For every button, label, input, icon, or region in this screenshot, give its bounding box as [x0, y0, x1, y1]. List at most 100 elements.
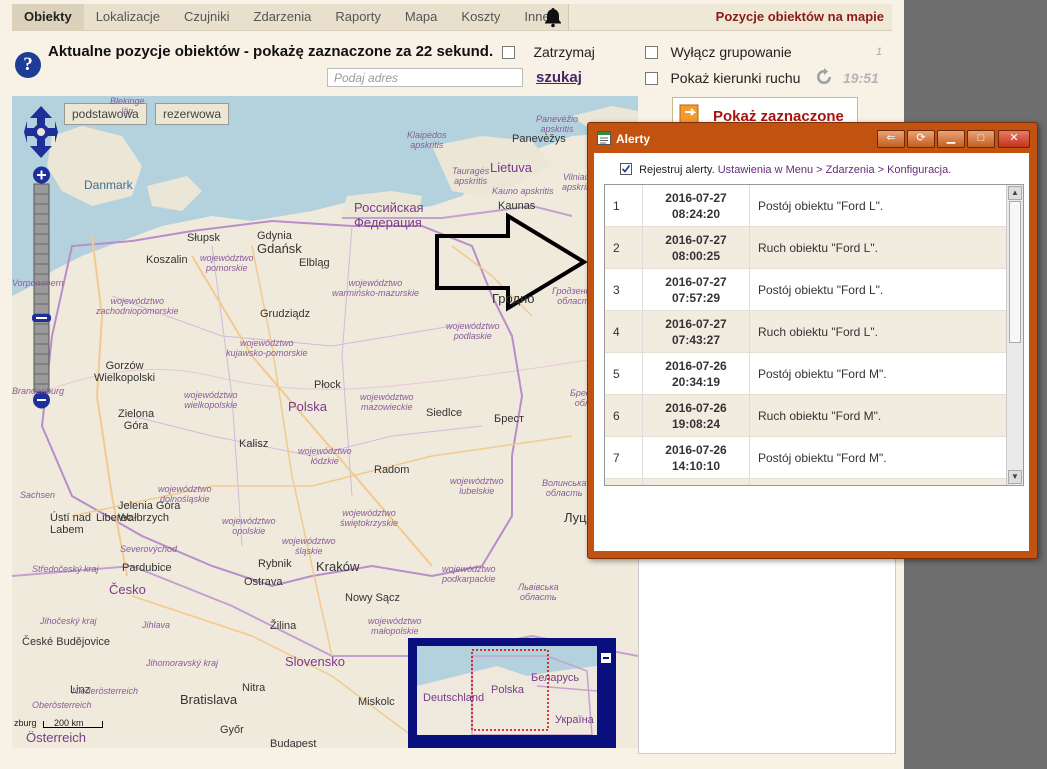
overview-minimize-button[interactable] — [600, 652, 612, 664]
alert-time: 08:00:25 — [671, 248, 721, 263]
alert-number: 3 — [605, 268, 643, 311]
map-label-ceske: České Budějovice — [22, 636, 111, 648]
map-label-dolno: województwo dolnośląskie — [158, 484, 212, 504]
map-label-kaunoap: Kauno apskritis — [492, 186, 554, 196]
map-label-swiet: województwo świętokrzyskie — [340, 508, 399, 528]
map-label-kalisz: Kalisz — [239, 438, 269, 450]
scale-left-text: zburg — [14, 718, 37, 728]
clock-time: 19:51 — [843, 70, 879, 86]
map-label-lietuva: Lietuva — [490, 160, 532, 175]
list-icon — [597, 131, 611, 145]
alert-number: 1 — [605, 185, 643, 227]
map-label-wlkp: województwo wielkopolskie — [184, 390, 238, 410]
alert-row[interactable]: 7 2016-07-26 14:10:10 Postój obiektu "Ford … — [605, 436, 1006, 479]
map-label-nowysacz: Nowy Sącz — [345, 592, 401, 604]
map-label-lodz: województwo łódzkie — [298, 446, 352, 466]
map-label-slovensko: Slovensko — [285, 654, 345, 669]
show-directions-checkbox[interactable] — [645, 72, 658, 86]
map-label-danmark: Danmark — [84, 178, 133, 192]
alert-time: 07:57:29 — [671, 290, 721, 305]
minimize-button[interactable]: ▁ — [937, 130, 965, 148]
map-label-saksen: Sachsen — [20, 490, 56, 500]
map-label-budapest: Budapest — [270, 738, 317, 748]
overview-map[interactable]: Deutschland Polska Беларусь Україна — [408, 638, 616, 748]
disable-grouping-checkbox[interactable] — [645, 46, 658, 60]
map-label-miskolc: Miskolc — [358, 696, 395, 708]
map-label-grudziadz: Grudziądz — [260, 308, 311, 320]
overview-map-canvas: Deutschland Polska Беларусь Україна — [417, 646, 597, 735]
address-input[interactable]: Podaj adres — [327, 68, 523, 87]
alert-row[interactable]: 3 2016-07-27 07:57:29 Postój obiektu "Ford … — [605, 268, 1006, 311]
close-button[interactable]: ✕ — [998, 130, 1030, 148]
map-label-panevezys: Panevėžys — [512, 133, 566, 145]
map-label-slask: województwo śląskie — [282, 536, 336, 556]
maximize-button[interactable]: □ — [967, 130, 995, 148]
alert-datetime: 2016-07-26 — [642, 478, 750, 485]
map-view[interactable]: podstawowa rezerwowa Danmark Lietuva Рос… — [12, 96, 638, 748]
alerts-window-body: Rejestruj alerty. Ustawienia w Menu > Zd… — [594, 153, 1029, 551]
map-label-volyn: Волинська область — [542, 478, 587, 498]
refresh-window-button[interactable]: ⟳ — [907, 130, 935, 148]
alert-row[interactable]: 6 2016-07-26 19:08:24 Ruch obiektu "Ford M"… — [605, 394, 1006, 437]
map-label-lub: województwo lubelskie — [450, 476, 504, 496]
map-label-ostrava: Ostrava — [244, 576, 283, 588]
menu-item-koszty[interactable]: Koszty — [449, 4, 512, 30]
bell-icon[interactable] — [542, 6, 564, 28]
top-menu-bar: Obiekty Lokalizacje Czujniki Zdarzenia R… — [12, 4, 892, 31]
page-title: Pozycje obiektów na mapie — [715, 9, 884, 24]
map-label-gdansk: Gdańsk — [257, 241, 302, 256]
menu-item-obiekty[interactable]: Obiekty — [12, 4, 84, 30]
menu-item-mapa[interactable]: Mapa — [393, 4, 450, 30]
alert-row[interactable]: 4 2016-07-27 07:43:27 Ruch obiektu "Ford L"… — [605, 310, 1006, 353]
map-label-rosja: Российская Федерация — [354, 200, 424, 230]
alert-date: 2016-07-26 — [665, 400, 727, 415]
show-directions-option: Pokaż kierunki ruchu — [645, 70, 800, 88]
help-icon[interactable]: ? — [15, 52, 41, 78]
layer-backup-button[interactable]: rezerwowa — [155, 103, 230, 125]
register-alerts-row: Rejestruj alerty. Ustawienia w Menu > Zd… — [620, 163, 951, 176]
map-label-jihlava: Jihlava — [142, 620, 171, 630]
alert-row[interactable]: 82016-07-26Ruch obiektu "Ford M". — [605, 478, 1006, 485]
menu-item-lokalizacje[interactable]: Lokalizacje — [84, 4, 172, 30]
alerts-table[interactable]: 1 2016-07-27 08:24:20 Postój obiektu "Ford … — [604, 184, 1024, 486]
alert-time: 19:08:24 — [671, 416, 721, 431]
alert-number: 2 — [605, 226, 643, 269]
scroll-thumb[interactable] — [1009, 201, 1021, 343]
alert-date: 2016-07-27 — [665, 232, 727, 247]
map-label-brandenburg: Brandenburg — [12, 386, 65, 396]
alert-number: 7 — [605, 436, 643, 479]
register-alerts-checkbox[interactable] — [620, 163, 632, 176]
map-label-stredo: Středočeský kraj — [32, 564, 99, 574]
overview-label-ukraina: Україна — [555, 714, 594, 726]
map-label-vorpommern: Vorpommern — [12, 278, 64, 288]
alert-datetime: 2016-07-27 07:43:27 — [642, 310, 750, 353]
pan-control[interactable] — [24, 106, 58, 158]
alert-datetime: 2016-07-26 19:08:24 — [642, 394, 750, 437]
alert-message: Ruch obiektu "Ford M". — [749, 478, 1006, 485]
menu-item-czujniki[interactable]: Czujniki — [172, 4, 242, 30]
alerts-scrollbar[interactable]: ▲ ▼ — [1006, 185, 1023, 485]
alert-row[interactable]: 1 2016-07-27 08:24:20 Postój obiektu "Ford … — [605, 185, 1006, 227]
scale-label: 200 km — [54, 718, 84, 728]
search-link[interactable]: szukaj — [536, 69, 582, 86]
register-alerts-label: Rejestruj alerty. — [639, 164, 715, 176]
stop-checkbox[interactable] — [502, 46, 515, 60]
map-label-gyor: Győr — [220, 724, 244, 736]
map-label-osterreich: Österreich — [26, 730, 86, 745]
map-label-opol: województwo opolskie — [222, 516, 276, 536]
pin-button[interactable]: ⇐ — [877, 130, 905, 148]
zoom-control[interactable] — [32, 166, 51, 410]
menu-item-raporty[interactable]: Raporty — [323, 4, 393, 30]
alert-row[interactable]: 5 2016-07-26 20:34:19 Postój obiektu "Ford … — [605, 352, 1006, 395]
map-label-gorzow: Gorzów Wielkopolski — [94, 360, 156, 384]
scroll-up-icon[interactable]: ▲ — [1008, 186, 1022, 200]
refresh-icon[interactable] — [815, 68, 833, 86]
alert-number: 6 — [605, 394, 643, 437]
menu-item-zdarzenia[interactable]: Zdarzenia — [242, 4, 324, 30]
scroll-down-icon[interactable]: ▼ — [1008, 470, 1022, 484]
alert-number: 5 — [605, 352, 643, 395]
map-label-klaipeda: Klaipėdos apskritis — [407, 130, 447, 150]
map-label-taurages: Tauragės apskritis — [452, 166, 490, 186]
map-scale: zburg 200 km — [14, 718, 104, 728]
alert-row[interactable]: 2 2016-07-27 08:00:25 Ruch obiektu "Ford L"… — [605, 226, 1006, 269]
